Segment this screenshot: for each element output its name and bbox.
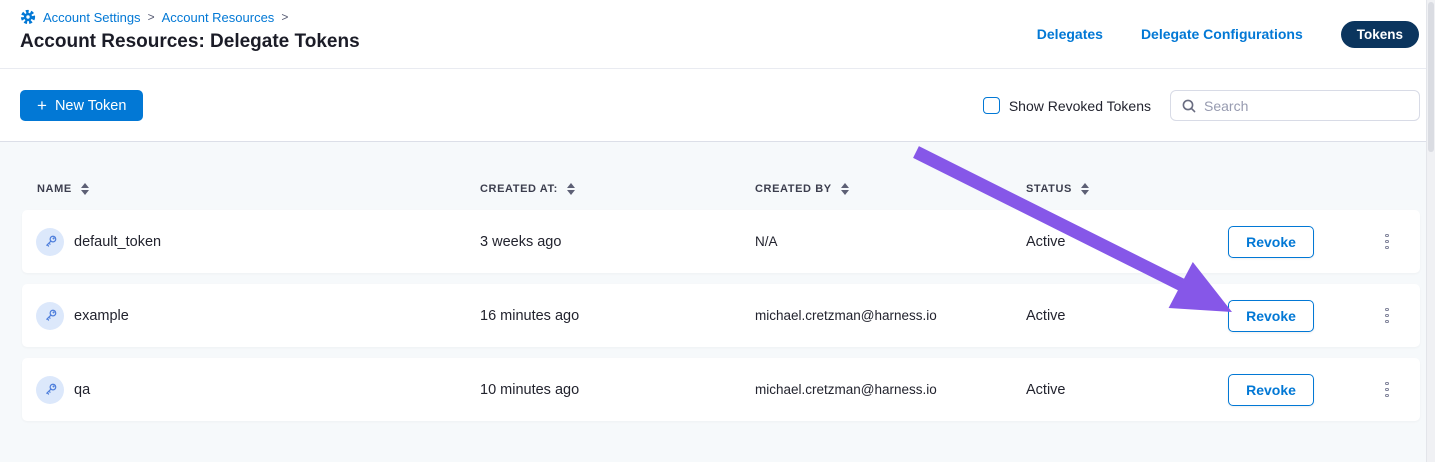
nav-link-delegates[interactable]: Delegates [1037,26,1103,42]
column-header-status[interactable]: STATUS [1026,183,1228,195]
table-row[interactable]: qa 10 minutes ago michael.cretzman@harne… [22,358,1420,421]
breadcrumb-account-resources[interactable]: Account Resources [162,10,275,25]
kebab-menu-icon[interactable] [1379,302,1395,330]
toolbar-right-group: Show Revoked Tokens [983,90,1420,121]
revoke-button[interactable]: Revoke [1228,300,1314,332]
column-header-created-at[interactable]: CREATED AT: [480,183,755,195]
breadcrumb-account-settings[interactable]: Account Settings [43,10,141,25]
new-token-label: New Token [55,98,126,114]
sort-icon[interactable] [841,183,849,195]
header-nav: Delegates Delegate Configurations Tokens [1037,21,1419,47]
token-created-at: 16 minutes ago [480,308,755,324]
table-row[interactable]: default_token 3 weeks ago N/A Active Rev… [22,210,1420,273]
sort-icon[interactable] [81,183,89,195]
show-revoked-checkbox[interactable] [983,97,1000,114]
nav-link-delegate-configurations[interactable]: Delegate Configurations [1141,26,1303,42]
token-name: qa [74,382,90,398]
column-label: NAME [37,183,72,195]
tokens-table: NAME CREATED AT: CREATED BY STATUS [0,142,1435,462]
revoke-button[interactable]: Revoke [1228,374,1314,406]
scrollbar-thumb[interactable] [1428,2,1434,152]
breadcrumb: Account Settings > Account Resources > [20,9,288,25]
nav-tab-tokens-active[interactable]: Tokens [1341,21,1419,48]
token-name: default_token [74,234,161,250]
gear-icon [20,9,36,25]
token-created-at: 3 weeks ago [480,234,755,250]
new-token-button[interactable]: + New Token [20,90,143,121]
page-title: Account Resources: Delegate Tokens [20,31,360,53]
vertical-scrollbar[interactable] [1426,0,1435,462]
page-header: Account Settings > Account Resources > A… [0,0,1435,69]
delegate-tokens-page: Account Settings > Account Resources > A… [0,0,1435,462]
plus-icon: + [37,97,47,114]
column-header-name[interactable]: NAME [22,183,480,195]
sort-icon[interactable] [1081,183,1089,195]
token-status: Active [1026,234,1228,250]
breadcrumb-separator: > [148,10,155,24]
search-icon [1181,98,1197,114]
show-revoked-label[interactable]: Show Revoked Tokens [1009,98,1151,114]
table-row[interactable]: example 16 minutes ago michael.cretzman@… [22,284,1420,347]
kebab-menu-icon[interactable] [1379,376,1395,404]
token-created-by: N/A [755,234,1026,249]
sort-icon[interactable] [567,183,575,195]
column-label: CREATED AT: [480,183,558,195]
key-icon [36,302,64,330]
column-header-created-by[interactable]: CREATED BY [755,183,1026,195]
revoke-button[interactable]: Revoke [1228,226,1314,258]
toolbar: + New Token Show Revoked Tokens [0,69,1435,142]
table-header-row: NAME CREATED AT: CREATED BY STATUS [22,168,1420,210]
token-created-by: michael.cretzman@harness.io [755,382,1026,397]
column-label: STATUS [1026,183,1072,195]
column-label: CREATED BY [755,183,832,195]
breadcrumb-separator: > [281,10,288,24]
token-created-at: 10 minutes ago [480,382,755,398]
search-box [1170,90,1420,121]
key-icon [36,376,64,404]
token-name: example [74,308,129,324]
search-input[interactable] [1204,98,1409,114]
kebab-menu-icon[interactable] [1379,228,1395,256]
token-created-by: michael.cretzman@harness.io [755,308,1026,323]
token-status: Active [1026,382,1228,398]
key-icon [36,228,64,256]
token-status: Active [1026,308,1228,324]
